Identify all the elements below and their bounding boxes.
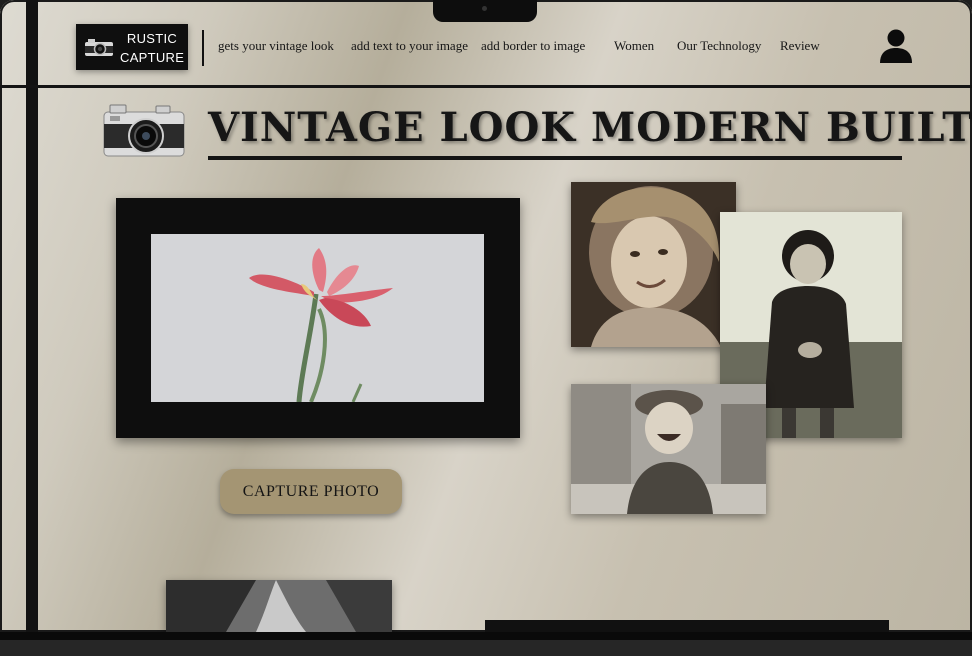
vintage-camera-icon — [103, 104, 185, 157]
screen-notch — [433, 0, 537, 22]
nav-review[interactable]: Review — [780, 38, 820, 54]
brand-name: RUSTIC CAPTURE — [120, 29, 184, 67]
laptop-base — [0, 640, 972, 656]
left-vertical-bar — [26, 0, 38, 632]
page-title: VINTAGE LOOK MODERN BUILT — [208, 104, 972, 151]
webcam-dot — [482, 6, 487, 11]
nav-add-text[interactable]: add text to your image — [351, 38, 468, 54]
vintage-photo-girl-portrait — [571, 182, 736, 347]
vintage-photo-laughing-boy — [571, 384, 766, 514]
camera-icon — [85, 39, 113, 56]
header-divider — [0, 85, 972, 88]
flower-image — [151, 234, 484, 402]
nav-add-border[interactable]: add border to image — [481, 38, 585, 54]
brand-line-2: CAPTURE — [120, 50, 185, 65]
brand-logo[interactable]: RUSTIC CAPTURE — [76, 24, 188, 70]
nav-our-technology[interactable]: Our Technology — [677, 38, 761, 54]
title-underline — [208, 156, 902, 160]
vintage-photo-bottom — [166, 580, 392, 632]
app-screen: RUSTIC CAPTURE gets your vintage look ad… — [0, 0, 972, 632]
framed-photo — [151, 234, 484, 402]
user-icon[interactable] — [877, 27, 915, 65]
brand-line-1: RUSTIC — [126, 31, 178, 46]
laptop-bezel-bottom — [0, 632, 972, 640]
nav-women[interactable]: Women — [614, 38, 654, 54]
dark-panel — [485, 620, 889, 632]
nav-vintage-look[interactable]: gets your vintage look — [218, 38, 334, 54]
capture-photo-button[interactable]: CAPTURE PHOTO — [220, 469, 402, 514]
logo-separator — [202, 30, 204, 66]
photo-frame — [116, 198, 520, 438]
